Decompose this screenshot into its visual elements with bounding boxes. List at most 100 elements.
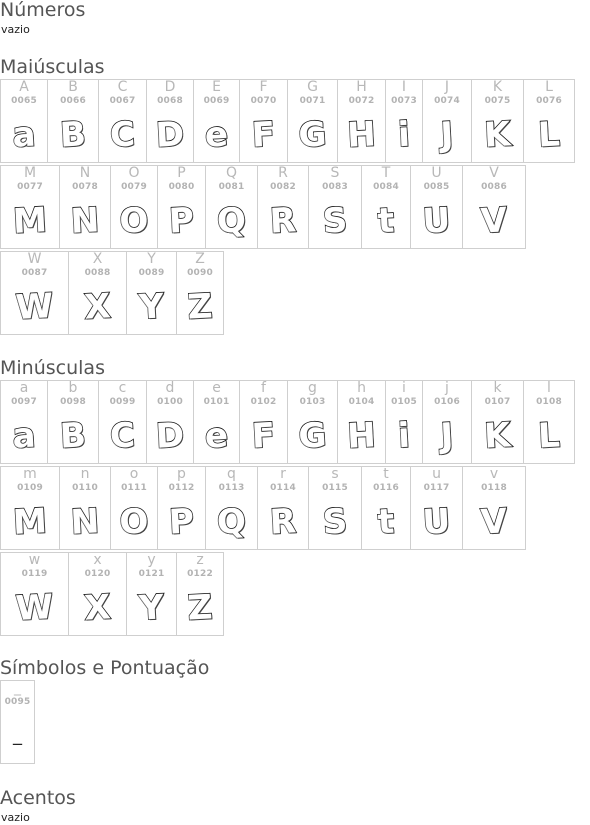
- glyph-code: 0082: [270, 182, 296, 192]
- glyph-sample: F: [250, 114, 277, 157]
- glyph-cell: z 0122 Z: [176, 552, 224, 636]
- glyph-sample: P: [167, 501, 196, 544]
- glyph-cell: t 0116 t: [361, 466, 411, 550]
- glyph-char-label: H: [356, 79, 367, 95]
- glyph-cell: i 0105 i: [385, 380, 423, 464]
- glyph-code: 0113: [218, 483, 245, 493]
- glyph-sample: R: [268, 200, 298, 243]
- glyph-cell: O 0079 O: [110, 165, 158, 249]
- glyph-cell: Q 0081 Q: [205, 165, 258, 249]
- glyph-sample: B: [58, 114, 88, 157]
- glyph-code: 0086: [481, 182, 507, 192]
- glyph-cell: c 0099 C: [98, 380, 147, 464]
- glyph-cell: R 0082 R: [257, 165, 309, 249]
- glyph-char-label: L: [545, 79, 553, 95]
- glyph-code: 0072: [348, 96, 375, 106]
- glyph-char-label: a: [19, 380, 29, 396]
- glyph-sample: G: [297, 113, 329, 156]
- glyph-char-label: g: [308, 380, 317, 396]
- glyph-char-label: G: [307, 79, 318, 95]
- glyph-char-label: B: [68, 79, 78, 95]
- glyph-char-label: m: [23, 466, 37, 482]
- glyph-char-label: C: [117, 79, 128, 95]
- glyph-sample: K: [482, 415, 512, 458]
- glyph-char-label: D: [164, 79, 176, 95]
- glyph-code: 0078: [72, 182, 98, 192]
- glyph-sample: W: [14, 285, 55, 329]
- glyph-char-label: r: [280, 466, 286, 482]
- glyph-code: 0090: [187, 268, 213, 278]
- glyph-sample: O: [118, 500, 151, 543]
- glyph-code: 0120: [84, 569, 111, 579]
- glyph-code: 0110: [72, 483, 98, 493]
- glyph-cell: B 0066 B: [47, 79, 99, 163]
- maiusculas-title: Maiúsculas: [0, 56, 105, 78]
- glyph-sample: M: [11, 199, 48, 242]
- glyph-cell: E 0069 e: [193, 79, 240, 163]
- glyph-char-label: u: [432, 466, 441, 482]
- glyph-sample: P: [167, 200, 196, 243]
- glyph-sample: U: [421, 200, 452, 243]
- glyph-sample: X: [83, 286, 113, 329]
- glyph-cell: H 0072 H: [337, 79, 386, 163]
- glyph-code: 0107: [484, 397, 511, 407]
- glyph-char-label: j: [445, 380, 449, 396]
- glyph-code: 0104: [348, 397, 375, 407]
- glyph-char-label: I: [401, 79, 407, 95]
- glyph-cell: n 0110 N: [59, 466, 111, 550]
- glyph-cell: h 0104 H: [337, 380, 386, 464]
- glyph-cell: F 0070 F: [239, 79, 288, 163]
- glyph-code: 0099: [109, 397, 136, 407]
- glyph-cell: Y 0089 Y: [126, 251, 177, 335]
- glyph-code: 0075: [484, 96, 511, 106]
- glyph-char-label: F: [259, 79, 268, 95]
- glyph-code: 0097: [11, 397, 37, 407]
- glyph-sample: Z: [186, 587, 214, 630]
- glyph-cell: x 0120 X: [68, 552, 127, 636]
- glyph-code: 0100: [157, 397, 183, 407]
- glyph-sample: K: [482, 114, 512, 157]
- glyph-sample: D: [154, 414, 186, 457]
- glyph-char-label: b: [68, 380, 78, 396]
- glyph-sample: M: [11, 500, 48, 543]
- numeros-empty-note: vazio: [1, 23, 30, 36]
- glyph-sample: Q: [215, 199, 248, 242]
- glyph-cell: G 0071 G: [287, 79, 338, 163]
- glyph-sample: L: [536, 415, 561, 458]
- glyph-char-label: d: [165, 380, 175, 396]
- glyph-cell: I 0073 i: [385, 79, 423, 163]
- glyph-sample: t: [376, 200, 396, 242]
- glyph-char-label: K: [492, 79, 503, 95]
- glyph-sample: V: [479, 200, 509, 243]
- glyph-sample: H: [345, 414, 377, 457]
- glyph-char-label: k: [493, 380, 502, 396]
- glyph-char-label: z: [196, 552, 204, 568]
- glyph-char-label: Y: [147, 251, 156, 267]
- glyph-sample: L: [536, 114, 561, 157]
- glyph-sample: V: [479, 501, 509, 544]
- glyph-code: 0068: [157, 96, 183, 106]
- glyph-code: 0121: [138, 569, 165, 579]
- glyph-sample: B: [58, 415, 88, 458]
- glyph-code: 0112: [168, 483, 195, 493]
- glyph-sample: a: [11, 114, 38, 157]
- glyph-code: 0115: [322, 483, 348, 493]
- glyph-cell: g 0103 G: [287, 380, 338, 464]
- glyph-code: 0083: [322, 182, 348, 192]
- glyph-cell: f 0102 F: [239, 380, 288, 464]
- glyph-sample: Y: [137, 587, 165, 630]
- glyph-cell: M 0077 M: [0, 165, 60, 249]
- glyph-code: 0067: [109, 96, 136, 106]
- glyph-cell: S 0083 S: [308, 165, 362, 249]
- glyph-char-label: O: [128, 165, 140, 181]
- glyph-char-label: _: [14, 680, 21, 696]
- glyph-code: 0111: [121, 483, 147, 493]
- glyph-code: 0116: [373, 483, 399, 493]
- glyph-sample: a: [11, 415, 38, 458]
- glyph-code: 0122: [187, 569, 213, 579]
- glyph-char-label: S: [330, 165, 340, 181]
- glyph-code: 0077: [17, 182, 43, 192]
- glyph-code: 0066: [60, 96, 86, 106]
- glyph-sample: S: [321, 501, 349, 544]
- glyph-cell: J 0074 J: [422, 79, 472, 163]
